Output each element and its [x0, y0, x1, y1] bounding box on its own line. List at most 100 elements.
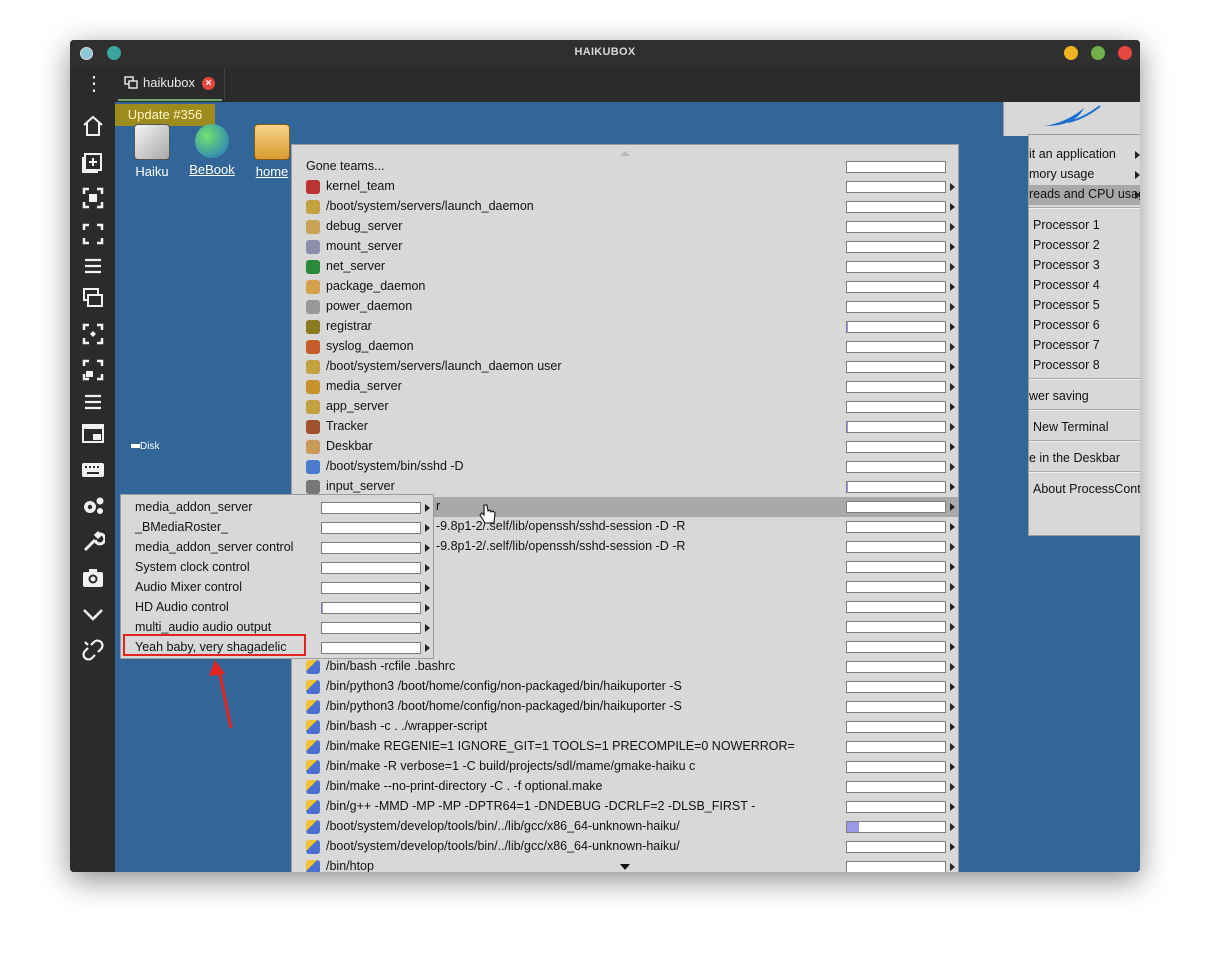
- layout-icon[interactable]: [81, 358, 105, 382]
- menu-item-quit-application[interactable]: it an application: [1029, 145, 1140, 165]
- menu-item-about[interactable]: About ProcessController...: [1029, 480, 1140, 500]
- gone-teams-item[interactable]: Gone teams...: [292, 157, 958, 177]
- cpu-usage-bar: [846, 321, 946, 333]
- submenu-arrow-icon: [1135, 171, 1140, 179]
- team-row[interactable]: /boot/system/servers/launch_daemon user: [292, 357, 958, 377]
- team-row[interactable]: app_server: [292, 397, 958, 417]
- menu-item-live-in-deskbar[interactable]: e in the Deskbar: [1029, 449, 1140, 469]
- team-app-icon: [306, 400, 320, 414]
- windows-stack-icon[interactable]: [81, 286, 105, 310]
- submenu-arrow-icon: [950, 403, 955, 411]
- list-icon[interactable]: [81, 390, 105, 414]
- team-row[interactable]: /bin/python3 /boot/home/config/non-packa…: [292, 697, 958, 717]
- disk-icon-partial[interactable]: Disk: [131, 442, 159, 452]
- team-row[interactable]: debug_server: [292, 217, 958, 237]
- menu-item-new-terminal[interactable]: New Terminal: [1029, 418, 1140, 438]
- cpu-usage-bar: [846, 621, 946, 633]
- picture-in-picture-icon[interactable]: [81, 422, 105, 446]
- team-row[interactable]: net_server: [292, 257, 958, 277]
- menu-item-processor-6[interactable]: Processor 6: [1029, 316, 1140, 336]
- team-label: r: [436, 499, 441, 513]
- team-row[interactable]: Tracker: [292, 417, 958, 437]
- menu-item-processor-4[interactable]: Processor 4: [1029, 276, 1140, 296]
- menu-item-threads-cpu-usage[interactable]: reads and CPU usage: [1029, 185, 1140, 205]
- team-row[interactable]: syslog_daemon: [292, 337, 958, 357]
- generic-app-icon: [306, 800, 320, 814]
- unlink-icon[interactable]: [81, 638, 105, 662]
- close-button[interactable]: [1118, 46, 1132, 60]
- maximize-button[interactable]: [1091, 46, 1105, 60]
- kebab-menu-icon[interactable]: ⋮: [84, 74, 104, 98]
- minimize-button[interactable]: [1064, 46, 1078, 60]
- thread-label: Audio Mixer control: [135, 580, 242, 594]
- team-row[interactable]: mount_server: [292, 237, 958, 257]
- menu-item-processor-7[interactable]: Processor 7: [1029, 336, 1140, 356]
- scroll-up-arrow-icon[interactable]: [292, 145, 958, 157]
- thread-row[interactable]: HD Audio control: [121, 598, 433, 618]
- team-row[interactable]: /boot/system/bin/sshd -D: [292, 457, 958, 477]
- keyboard-icon[interactable]: [81, 458, 105, 482]
- team-app-icon: [306, 360, 320, 374]
- submenu-arrow-icon: [425, 604, 430, 612]
- team-row[interactable]: /bin/bash -c . ./wrapper-script: [292, 717, 958, 737]
- menu-item-processor-5[interactable]: Processor 5: [1029, 296, 1140, 316]
- desktop-icon-bebook[interactable]: BeBook: [185, 124, 239, 177]
- desktop-icon-haiku[interactable]: Haiku: [125, 124, 179, 179]
- team-row[interactable]: /boot/system/develop/tools/bin/../lib/gc…: [292, 837, 958, 857]
- resize-icon[interactable]: [81, 322, 105, 346]
- submenu-arrow-icon: [950, 303, 955, 311]
- team-row[interactable]: /bin/python3 /boot/home/config/non-packa…: [292, 677, 958, 697]
- menu-item-processor-3[interactable]: Processor 3: [1029, 256, 1140, 276]
- team-row[interactable]: /boot/system/servers/launch_daemon: [292, 197, 958, 217]
- menu-item-processor-8[interactable]: Processor 8: [1029, 356, 1140, 376]
- cpu-usage-fill: [847, 482, 848, 492]
- scroll-down-arrow-icon[interactable]: [292, 859, 958, 872]
- cpu-usage-bar: [846, 821, 946, 833]
- team-row[interactable]: kernel_team: [292, 177, 958, 197]
- tab-bar: ⋮ haikubox ×: [70, 66, 1140, 102]
- team-label: power_daemon: [326, 299, 413, 313]
- fullscreen-icon[interactable]: [81, 222, 105, 246]
- cpu-usage-bar: [846, 601, 946, 613]
- team-app-icon: [306, 460, 320, 474]
- chevron-down-icon[interactable]: [81, 602, 105, 626]
- tab-haikubox[interactable]: haikubox ×: [116, 68, 225, 101]
- team-row[interactable]: package_daemon: [292, 277, 958, 297]
- team-row[interactable]: /boot/system/develop/tools/bin/../lib/gc…: [292, 817, 958, 837]
- cpu-usage-bar: [846, 281, 946, 293]
- menu-item-processor-1[interactable]: Processor 1: [1029, 216, 1140, 236]
- menu-item-power-saving[interactable]: wer saving: [1029, 387, 1140, 407]
- team-row[interactable]: Deskbar: [292, 437, 958, 457]
- thread-row[interactable]: media_addon_server: [121, 498, 433, 518]
- team-row[interactable]: /bin/make REGENIE=1 IGNORE_GIT=1 TOOLS=1…: [292, 737, 958, 757]
- cpu-usage-bar: [846, 841, 946, 853]
- team-row[interactable]: /bin/g++ -MMD -MP -MP -DPTR64=1 -DNDEBUG…: [292, 797, 958, 817]
- team-row[interactable]: media_server: [292, 377, 958, 397]
- cpu-usage-bar: [846, 661, 946, 673]
- menu-item-processor-2[interactable]: Processor 2: [1029, 236, 1140, 256]
- thread-row[interactable]: _BMediaRoster_: [121, 518, 433, 538]
- team-row[interactable]: power_daemon: [292, 297, 958, 317]
- team-row[interactable]: /bin/make --no-print-directory -C . -f o…: [292, 777, 958, 797]
- thread-row[interactable]: System clock control: [121, 558, 433, 578]
- fit-screen-icon[interactable]: [81, 186, 105, 210]
- deskbar[interactable]: [1003, 102, 1140, 136]
- new-window-icon[interactable]: [81, 150, 105, 174]
- tab-label: haikubox: [143, 75, 196, 90]
- submenu-arrow-icon: [950, 503, 955, 511]
- submenu-arrow-icon: [950, 463, 955, 471]
- team-row[interactable]: /bin/bash -rcfile .bashrc: [292, 657, 958, 677]
- team-row[interactable]: registrar: [292, 317, 958, 337]
- wrench-icon[interactable]: [81, 530, 105, 554]
- home-icon[interactable]: [81, 114, 105, 138]
- menu-item-memory-usage[interactable]: mory usage: [1029, 165, 1140, 185]
- settings-gears-icon[interactable]: [81, 494, 105, 518]
- thread-row[interactable]: Audio Mixer control: [121, 578, 433, 598]
- menu-separator: [1029, 409, 1140, 411]
- team-row[interactable]: /bin/make -R verbose=1 -C build/projects…: [292, 757, 958, 777]
- submenu-arrow-icon: [425, 524, 430, 532]
- camera-icon[interactable]: [81, 566, 105, 590]
- thread-row[interactable]: media_addon_server control: [121, 538, 433, 558]
- tab-close-icon[interactable]: ×: [202, 77, 215, 90]
- menu-lines-icon[interactable]: [81, 254, 105, 278]
